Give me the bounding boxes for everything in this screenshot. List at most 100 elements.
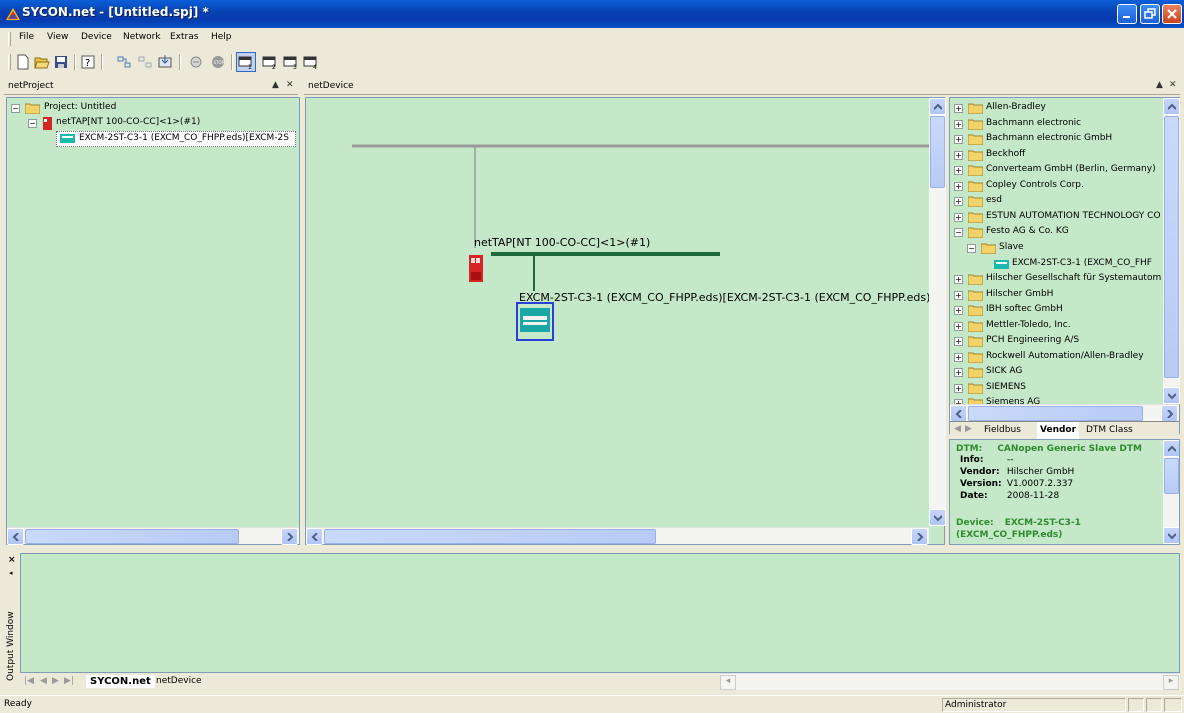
catalog-vendor-row[interactable]: + Hilscher Gesellschaft für Systemautomat: [954, 272, 1162, 288]
catalog-vendor-row[interactable]: − Slave: [954, 241, 1162, 257]
tab-dtm-class[interactable]: DTM Class: [1086, 422, 1133, 439]
expand-icon[interactable]: +: [954, 321, 963, 331]
scroll-right-button[interactable]: [1161, 405, 1178, 422]
expand-icon[interactable]: +: [954, 383, 963, 393]
catalog-vendor-row[interactable]: + Copley Controls Corp.: [954, 179, 1162, 195]
expand-icon[interactable]: +: [954, 181, 963, 191]
scroll-thumb[interactable]: [930, 116, 945, 188]
menu-file[interactable]: File: [19, 32, 34, 42]
upload-icon[interactable]: [188, 54, 204, 70]
expand-icon[interactable]: +: [954, 197, 963, 207]
catalog-vendor-row[interactable]: − Festo AG & Co. KG: [954, 225, 1162, 241]
catalog-vscrollbar[interactable]: [1163, 98, 1180, 404]
menu-extras[interactable]: Extras: [170, 32, 198, 42]
vendor-tree[interactable]: + Allen-Bradley + Bachmann electronic + Bachm…: [950, 98, 1162, 404]
tab-scroll-right-icon[interactable]: ▶: [965, 424, 972, 434]
pane-dropdown-icon[interactable]: ▲: [1156, 80, 1163, 90]
help-icon[interactable]: ?: [80, 54, 96, 70]
scroll-thumb[interactable]: [1164, 458, 1179, 494]
device-catalog-panel[interactable]: + Allen-Bradley + Bachmann electronic + Bachm…: [949, 97, 1180, 439]
project-hscrollbar[interactable]: [7, 527, 299, 545]
catalog-vendor-row[interactable]: + PCH Engineering A/S: [954, 334, 1162, 350]
disconnect-icon[interactable]: [137, 54, 153, 70]
tab-fieldbus[interactable]: Fieldbus: [984, 422, 1021, 439]
expand-icon[interactable]: +: [954, 352, 963, 362]
menubar-grip[interactable]: [8, 32, 11, 46]
tab-netdevice[interactable]: netDevice: [156, 676, 202, 686]
view2-icon[interactable]: 2: [262, 54, 278, 70]
network-diagram[interactable]: [306, 98, 936, 528]
pane-close-icon[interactable]: ✕: [286, 80, 294, 90]
stop-icon[interactable]: STOP: [210, 54, 226, 70]
scroll-thumb[interactable]: [1164, 116, 1179, 378]
catalog-vendor-row[interactable]: + Siemens AG: [954, 396, 1162, 404]
scroll-down-button[interactable]: [1163, 527, 1179, 544]
network-view-canvas[interactable]: netTAP[NT 100-CO-CC]<1>(#1) EXCM-2ST-C3-…: [305, 97, 946, 545]
expand-icon[interactable]: +: [954, 306, 963, 316]
collapse-icon[interactable]: −: [28, 119, 37, 128]
catalog-vendor-row[interactable]: + Mettler-Toledo, Inc.: [954, 319, 1162, 335]
menu-view[interactable]: View: [47, 32, 68, 42]
close-button[interactable]: [1162, 4, 1182, 24]
expand-icon[interactable]: +: [954, 119, 963, 129]
scroll-right-button[interactable]: [911, 528, 928, 545]
tab-scroll-left-icon[interactable]: ◀: [954, 424, 961, 434]
scroll-left-button[interactable]: [950, 405, 967, 422]
output-content[interactable]: [20, 553, 1180, 673]
tab-vendor[interactable]: Vendor: [1037, 422, 1080, 439]
catalog-vendor-row[interactable]: + Beckhoff: [954, 148, 1162, 164]
expand-icon[interactable]: +: [954, 166, 963, 176]
menu-network[interactable]: Network: [123, 32, 161, 42]
scroll-down-button[interactable]: [1163, 387, 1180, 404]
scroll-left-button[interactable]: ◂: [720, 675, 736, 690]
collapse-icon[interactable]: −: [967, 243, 976, 253]
expand-icon[interactable]: +: [954, 337, 963, 347]
new-icon[interactable]: [15, 54, 31, 70]
pane-dropdown-icon[interactable]: ▲: [272, 80, 279, 90]
expand-icon[interactable]: +: [954, 135, 963, 145]
view3-icon[interactable]: 3: [283, 54, 299, 70]
scroll-thumb[interactable]: [324, 529, 656, 544]
tab-sycon-net[interactable]: SYCON.net: [86, 675, 155, 688]
view4-icon[interactable]: 4: [303, 54, 319, 70]
catalog-vendor-row[interactable]: + Allen-Bradley: [954, 101, 1162, 117]
catalog-vendor-row[interactable]: + ESTUN AUTOMATION TECHNOLOGY CO: [954, 210, 1162, 226]
title-bar[interactable]: SYCON.net - [Untitled.spj] *: [0, 0, 1184, 28]
scroll-up-button[interactable]: [929, 98, 946, 115]
tab-prev-icon[interactable]: ◀: [40, 676, 47, 686]
catalog-vendor-row[interactable]: + Hilscher GmbH: [954, 288, 1162, 304]
scroll-right-button[interactable]: ▸: [1163, 675, 1179, 690]
catalog-vendor-row[interactable]: + SIEMENS: [954, 381, 1162, 397]
catalog-vendor-row[interactable]: + IBH softec GmbH: [954, 303, 1162, 319]
download-icon[interactable]: [157, 54, 173, 70]
expand-icon[interactable]: +: [954, 275, 963, 285]
scroll-up-button[interactable]: [1163, 98, 1180, 115]
output-close-icon[interactable]: ×: [8, 555, 16, 565]
open-icon[interactable]: [34, 54, 50, 70]
restore-button[interactable]: [1140, 4, 1160, 24]
connect-icon[interactable]: [116, 54, 132, 70]
output-hscrollbar[interactable]: ◂ ▸: [720, 673, 1180, 690]
output-pin-icon[interactable]: ◂: [9, 569, 13, 577]
catalog-vendor-row[interactable]: + Bachmann electronic GmbH: [954, 132, 1162, 148]
network-vscrollbar[interactable]: [929, 98, 946, 526]
nettap-device-icon[interactable]: [469, 255, 483, 282]
catalog-vendor-row[interactable]: + Rockwell Automation/Allen-Bradley: [954, 350, 1162, 366]
scroll-left-button[interactable]: [306, 528, 323, 545]
scroll-down-button[interactable]: [929, 509, 946, 526]
catalog-vendor-row[interactable]: + SICK AG: [954, 365, 1162, 381]
expand-icon[interactable]: +: [954, 150, 963, 160]
menu-help[interactable]: Help: [211, 32, 232, 42]
catalog-device-row[interactable]: EXCM-2ST-C3-1 (EXCM_CO_FHF: [954, 257, 1162, 273]
catalog-vendor-row[interactable]: + Converteam GmbH (Berlin, Germany): [954, 163, 1162, 179]
expand-icon[interactable]: +: [954, 104, 963, 113]
view1-button[interactable]: 1: [236, 52, 256, 72]
info-vscrollbar[interactable]: [1163, 440, 1179, 544]
tree-slave-row[interactable]: EXCM-2ST-C3-1 (EXCM_CO_FHPP.eds)[EXCM-2S: [56, 131, 296, 147]
save-icon[interactable]: [53, 54, 69, 70]
expand-icon[interactable]: +: [954, 290, 963, 300]
tab-first-icon[interactable]: |◀: [24, 676, 34, 686]
catalog-vendor-row[interactable]: + esd: [954, 194, 1162, 210]
tab-last-icon[interactable]: ▶|: [64, 676, 74, 686]
project-tree-panel[interactable]: − Project: Untitled − netTAP[NT 100-CO-C…: [6, 97, 300, 545]
